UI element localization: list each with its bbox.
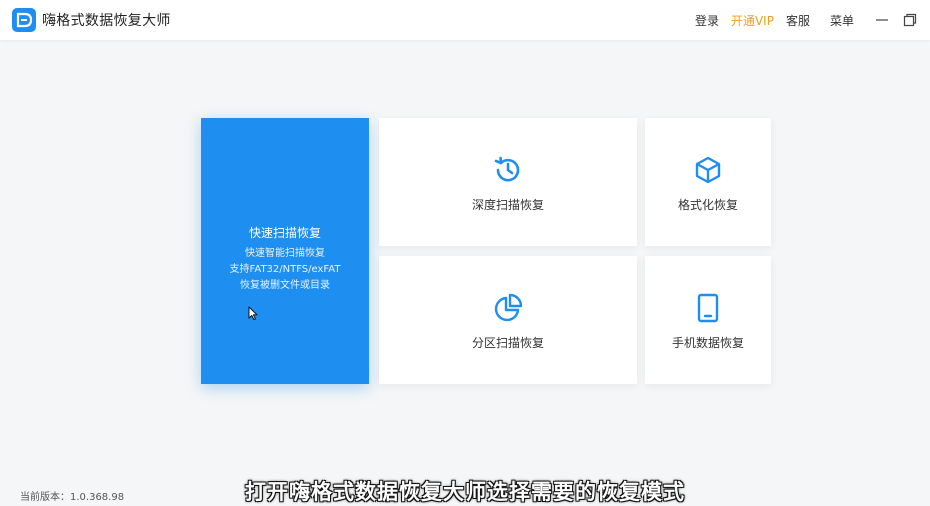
- minimize-button[interactable]: [870, 8, 894, 32]
- pie-chart-icon: [494, 293, 523, 322]
- minimize-icon: [876, 19, 888, 21]
- phone-recovery-label: 手机数据恢复: [671, 336, 744, 350]
- restore-button[interactable]: [898, 8, 922, 32]
- quick-scan-title: 快速扫描恢复: [248, 226, 321, 240]
- login-link[interactable]: 登录: [695, 12, 719, 29]
- restore-icon: [903, 13, 917, 27]
- title-bar: 嗨格式数据恢复大师 登录 开通VIP 客服 菜单: [0, 0, 930, 40]
- deep-scan-card[interactable]: 深度扫描恢复: [379, 118, 637, 246]
- format-recovery-label: 格式化恢复: [677, 198, 738, 212]
- tablet-icon: [697, 293, 719, 323]
- deep-scan-label: 深度扫描恢复: [471, 198, 544, 212]
- quick-scan-desc-2: 支持FAT32/NTFS/exFAT: [229, 264, 341, 275]
- cube-icon: [695, 156, 721, 184]
- quick-scan-desc-1: 快速智能扫描恢复: [245, 248, 325, 259]
- app-title: 嗨格式数据恢复大师: [42, 13, 171, 29]
- vip-link[interactable]: 开通VIP: [731, 12, 774, 29]
- partition-scan-label: 分区扫描恢复: [471, 336, 544, 350]
- format-recovery-card[interactable]: 格式化恢复: [645, 118, 771, 246]
- mouse-cursor-icon: [248, 306, 258, 320]
- partition-scan-card[interactable]: 分区扫描恢复: [379, 256, 637, 384]
- video-subtitle: 打开嗨格式数据恢复大师选择需要的恢复模式: [245, 480, 685, 504]
- app-logo-icon: [12, 8, 36, 32]
- history-icon: [494, 156, 520, 182]
- customer-service-link[interactable]: 客服: [786, 12, 810, 29]
- phone-recovery-card[interactable]: 手机数据恢复: [645, 256, 771, 384]
- quick-scan-card[interactable]: 快速扫描恢复 快速智能扫描恢复 支持FAT32/NTFS/exFAT 恢复被删文…: [201, 118, 369, 384]
- top-actions: 登录 开通VIP 客服 菜单: [695, 0, 922, 40]
- menu-link[interactable]: 菜单: [830, 12, 854, 29]
- quick-scan-desc-3: 恢复被删文件或目录: [240, 280, 330, 291]
